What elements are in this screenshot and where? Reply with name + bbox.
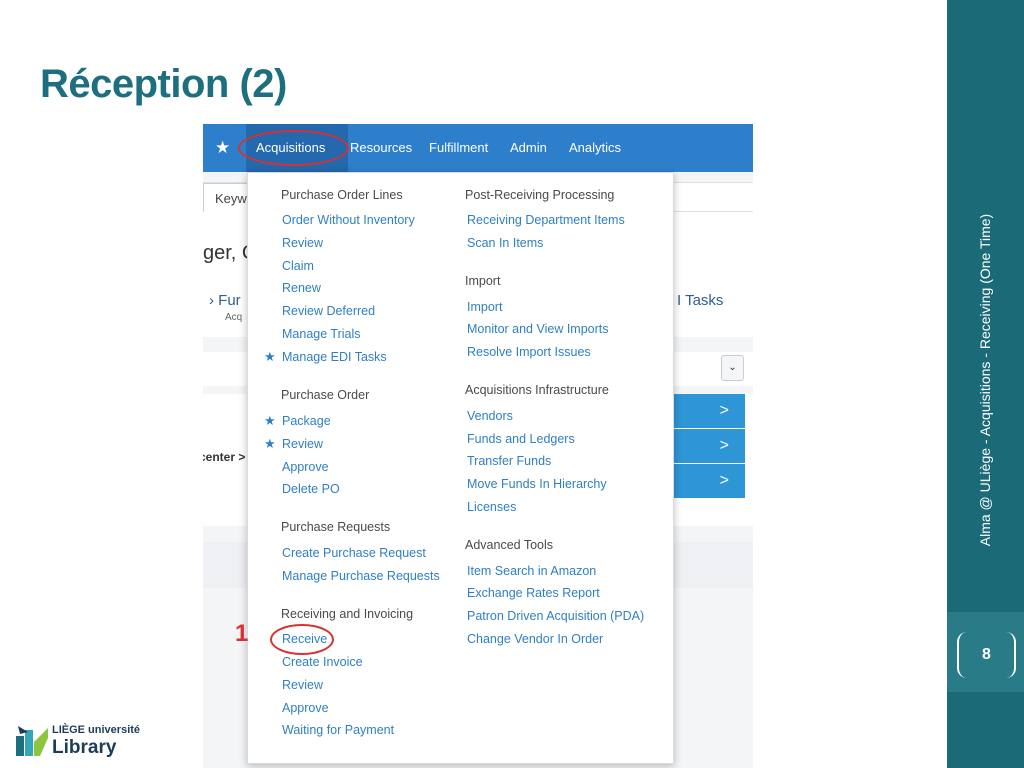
widget-link-label: Fur bbox=[218, 292, 241, 309]
task-row-chevron-icon[interactable]: > bbox=[673, 394, 745, 428]
menu-item-item-search-in-amazon[interactable]: Item Search in Amazon bbox=[467, 564, 596, 578]
nav-resources[interactable]: Resources bbox=[350, 140, 412, 155]
menu-item-vendors[interactable]: Vendors bbox=[467, 409, 513, 423]
menu-item-scan-in-items[interactable]: Scan In Items bbox=[467, 236, 543, 250]
menu-item-pol-review[interactable]: Review bbox=[282, 236, 323, 250]
side-caption: Alma @ ULiège - Acquisitions - Receiving… bbox=[977, 213, 993, 547]
menu-section-title: Purchase Order bbox=[281, 388, 370, 402]
menu-section-title: Acquisitions Infrastructure bbox=[465, 383, 609, 397]
menu-item-manage-trials[interactable]: Manage Trials bbox=[282, 327, 361, 341]
menu-section-title: Import bbox=[465, 274, 501, 288]
menu-item-invoice-review[interactable]: Review bbox=[282, 678, 323, 692]
star-icon[interactable]: ★ bbox=[215, 138, 230, 158]
nav-analytics[interactable]: Analytics bbox=[569, 140, 621, 155]
dropdown-chevron-icon[interactable]: ⌄ bbox=[721, 355, 744, 381]
menu-item-patron-driven-acquisition[interactable]: Patron Driven Acquisition (PDA) bbox=[467, 609, 644, 623]
acquisitions-menu: Purchase Order Lines Order Without Inven… bbox=[247, 172, 674, 764]
menu-item-resolve-import-issues[interactable]: Resolve Import Issues bbox=[467, 345, 591, 359]
menu-item-licenses[interactable]: Licenses bbox=[467, 500, 516, 514]
menu-item-create-invoice[interactable]: Create Invoice bbox=[282, 655, 363, 669]
menu-item-order-without-inventory[interactable]: Order Without Inventory bbox=[282, 213, 415, 227]
star-icon[interactable]: ★ bbox=[264, 349, 276, 365]
menu-item-review-deferred[interactable]: Review Deferred bbox=[282, 304, 375, 318]
menu-item-renew[interactable]: Renew bbox=[282, 281, 321, 295]
star-icon[interactable]: ★ bbox=[264, 413, 276, 429]
menu-item-change-vendor-in-order[interactable]: Change Vendor In Order bbox=[467, 632, 603, 646]
menu-item-monitor-view-imports[interactable]: Monitor and View Imports bbox=[467, 322, 609, 336]
menu-item-manage-edi-tasks[interactable]: Manage EDI Tasks bbox=[282, 350, 387, 364]
logo-mark-icon bbox=[16, 726, 48, 756]
menu-item-receiving-department-items[interactable]: Receiving Department Items bbox=[467, 213, 625, 227]
menu-item-po-approve[interactable]: Approve bbox=[282, 460, 329, 474]
tasks-link-fragment[interactable]: I Tasks bbox=[677, 292, 723, 309]
menu-item-po-review[interactable]: Review bbox=[282, 437, 323, 451]
menu-section-title: Post-Receiving Processing bbox=[465, 188, 615, 202]
menu-item-claim[interactable]: Claim bbox=[282, 259, 314, 273]
menu-section-title: Receiving and Invoicing bbox=[281, 607, 414, 621]
menu-item-waiting-for-payment[interactable]: Waiting for Payment bbox=[282, 723, 394, 737]
logo-line-1: LIÈGE université bbox=[52, 724, 141, 736]
menu-item-move-funds-in-hierarchy[interactable]: Move Funds In Hierarchy bbox=[467, 477, 607, 491]
menu-item-create-purchase-request[interactable]: Create Purchase Request bbox=[282, 546, 426, 560]
menu-item-import[interactable]: Import bbox=[467, 300, 502, 314]
step-number-marker: 1 bbox=[235, 620, 249, 647]
menu-item-invoice-approve[interactable]: Approve bbox=[282, 701, 329, 715]
logo-line-2: Library bbox=[52, 737, 117, 758]
menu-item-funds-and-ledgers[interactable]: Funds and Ledgers bbox=[467, 432, 575, 446]
task-row-chevron-icon[interactable]: > bbox=[673, 464, 745, 498]
uliege-library-logo: LIÈGE université Library bbox=[14, 718, 154, 762]
menu-item-manage-purchase-requests[interactable]: Manage Purchase Requests bbox=[282, 569, 440, 583]
menu-item-exchange-rates-report[interactable]: Exchange Rates Report bbox=[467, 586, 600, 600]
slide: Réception (2) Alma @ ULiège - Acquisitio… bbox=[0, 0, 1024, 768]
menu-item-package[interactable]: Package bbox=[282, 414, 331, 428]
search-input[interactable]: Keyw bbox=[203, 183, 249, 213]
acquisitions-highlight-oval bbox=[238, 130, 349, 166]
menu-section-title: Purchase Order Lines bbox=[281, 188, 403, 202]
page-number: 8 bbox=[982, 646, 991, 663]
widget-link-fragment[interactable]: › Fur bbox=[209, 292, 241, 309]
menu-section-title: Advanced Tools bbox=[465, 538, 554, 552]
widget-sub-fragment: Acq bbox=[225, 312, 243, 323]
menu-section-title: Purchase Requests bbox=[281, 520, 391, 534]
menu-item-delete-po[interactable]: Delete PO bbox=[282, 482, 340, 496]
nav-fulfillment[interactable]: Fulfillment bbox=[429, 140, 488, 155]
center-link-fragment[interactable]: center > bbox=[203, 450, 245, 464]
receive-highlight-oval bbox=[270, 624, 334, 655]
star-icon[interactable]: ★ bbox=[264, 436, 276, 452]
slide-title: Réception (2) bbox=[40, 62, 287, 106]
chevron-right-icon: › bbox=[209, 292, 214, 309]
nav-admin[interactable]: Admin bbox=[510, 140, 547, 155]
task-row-chevron-icon[interactable]: > bbox=[673, 429, 745, 463]
menu-item-transfer-funds[interactable]: Transfer Funds bbox=[467, 454, 551, 468]
